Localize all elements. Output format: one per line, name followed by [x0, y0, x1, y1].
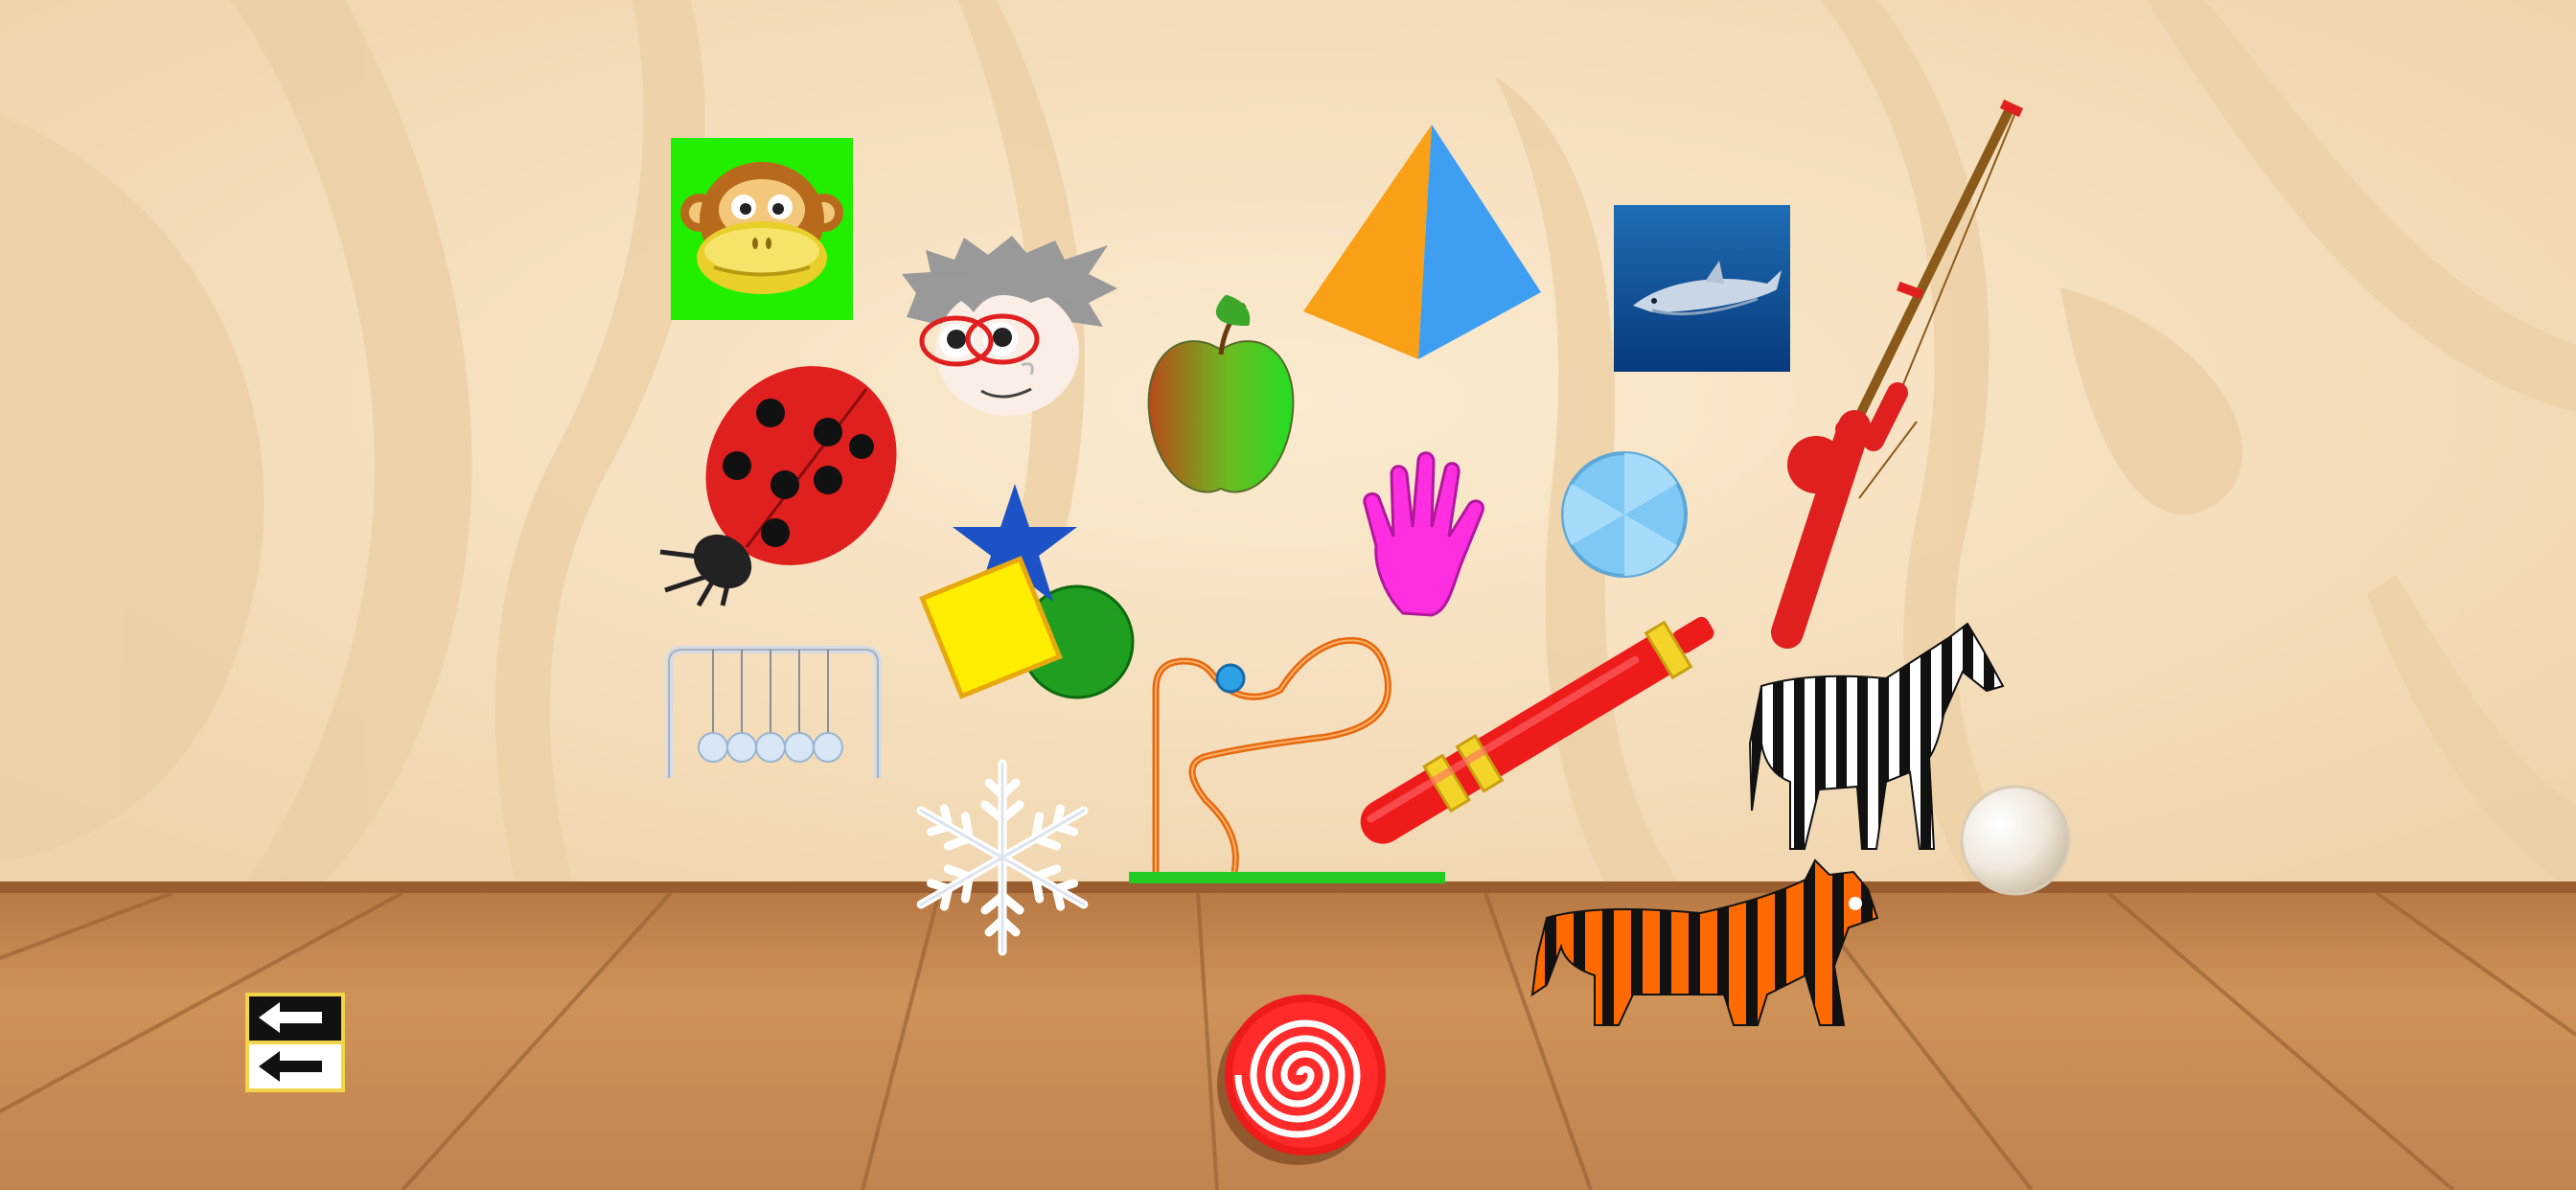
back-arrows-icon: [245, 993, 345, 1092]
newtons-cradle-toy[interactable]: [663, 644, 884, 778]
blue-ball-icon: [1561, 451, 1688, 578]
apple-fruit[interactable]: [1144, 287, 1298, 500]
monkey-face-icon: [671, 138, 853, 320]
monkey-card[interactable]: [671, 138, 853, 320]
hand-icon: [1363, 451, 1484, 617]
pearl-icon: [1960, 785, 2071, 896]
game-scene: [0, 0, 2576, 1190]
snowflake-icon: [908, 759, 1096, 958]
pen-icon: [1360, 616, 1714, 844]
pyramid-icon: [1303, 125, 1541, 359]
pen-toy[interactable]: [1326, 604, 1748, 858]
lollipop-icon: [1217, 995, 1386, 1165]
lollipop-candy[interactable]: [1213, 989, 1392, 1167]
apple-icon: [1147, 294, 1295, 493]
fishing-rod-toy[interactable]: [1763, 96, 2032, 652]
shape-stack-icon: [919, 484, 1135, 699]
tiger-toy[interactable]: [1528, 858, 1882, 1026]
hand-card[interactable]: [1355, 450, 1501, 619]
grandma-card[interactable]: [897, 236, 1123, 418]
ladybug-icon: [659, 366, 897, 607]
fishing-rod-icon: [1771, 99, 2024, 649]
back-button[interactable]: [245, 993, 345, 1092]
tiger-icon: [1530, 858, 1879, 1026]
grandma-face-icon: [902, 236, 1117, 416]
newtons-cradle-icon: [665, 646, 882, 778]
shapes-toy[interactable]: [919, 479, 1135, 701]
snowflake-toy[interactable]: [908, 757, 1096, 958]
pearl-toy[interactable]: [1959, 784, 2072, 897]
blue-ball-toy[interactable]: [1560, 450, 1689, 579]
pyramid-card[interactable]: [1303, 125, 1543, 359]
ladybug-toy[interactable]: [656, 360, 905, 607]
